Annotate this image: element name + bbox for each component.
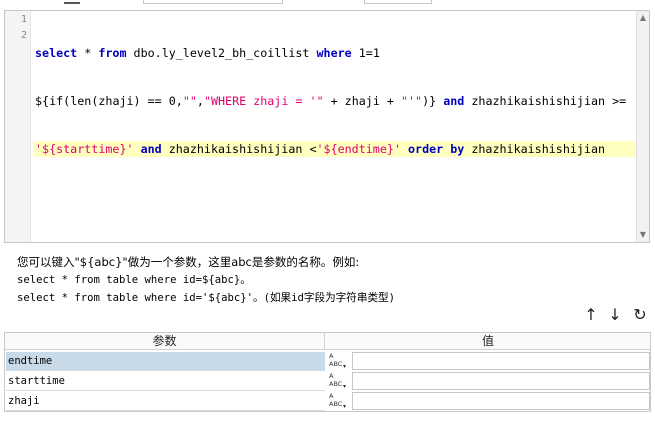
parameter-name-cell[interactable]: zhaji <box>6 392 325 411</box>
toolbar-field-fragment[interactable] <box>143 0 283 4</box>
table-row[interactable]: endtime A ABC ▾ <box>5 351 650 371</box>
table-header: 参数 值 <box>5 333 650 350</box>
code-line: ${if(len(zhaji) == 0,"","WHERE zhaji = '… <box>35 94 627 108</box>
refresh-icon[interactable]: ↻ <box>630 305 650 325</box>
help-example-line: select * from table where id='${abc}'。(如… <box>17 292 396 304</box>
move-down-arrow-icon[interactable]: ↓ <box>605 305 625 325</box>
column-header-value[interactable]: 值 <box>326 333 650 350</box>
toolbar-fragment <box>64 0 80 4</box>
editor-scrollbar[interactable]: ▲ ▼ <box>636 11 649 242</box>
parameter-table: 参数 值 endtime A ABC ▾ starttime A ABC ▾ zhaji… <box>4 332 651 412</box>
code-area[interactable]: select * from dbo.ly_level2_bh_coillist … <box>33 13 635 189</box>
help-example-line: select * from table where id=${abc}。 <box>17 274 251 286</box>
line-number: 2 <box>20 30 27 41</box>
line-number: 1 <box>20 14 27 25</box>
code-line: select * from dbo.ly_level2_bh_coillist … <box>35 46 380 60</box>
parameter-help-text: 您可以键入"${abc}"做为一个参数，这里abc是参数的名称。例如: sele… <box>17 253 395 307</box>
column-header-parameter[interactable]: 参数 <box>5 333 325 350</box>
text-type-dropdown-icon[interactable]: A ABC ▾ <box>328 372 350 391</box>
toolbar-field-fragment[interactable] <box>364 0 432 4</box>
help-line: 您可以键入"${abc}"做为一个参数，这里abc是参数的名称。例如: <box>17 255 360 269</box>
scroll-down-arrow-icon[interactable]: ▼ <box>637 229 649 241</box>
parameter-value-input[interactable] <box>352 352 650 370</box>
sql-editor[interactable]: 1 2 select * from dbo.ly_level2_bh_coill… <box>4 10 650 243</box>
top-toolbar-strip <box>0 0 655 6</box>
move-up-arrow-icon[interactable]: ↑ <box>581 305 601 325</box>
parameter-name-cell[interactable]: endtime <box>6 352 325 371</box>
parameter-value-input[interactable] <box>352 392 650 410</box>
line-number-gutter: 1 2 <box>5 11 31 242</box>
parameter-value-input[interactable] <box>352 372 650 390</box>
code-line-highlighted: '${starttime}' and zhazhikaishishijian <… <box>33 141 635 157</box>
text-type-dropdown-icon[interactable]: A ABC ▾ <box>328 352 350 371</box>
text-type-dropdown-icon[interactable]: A ABC ▾ <box>328 392 350 411</box>
scroll-up-arrow-icon[interactable]: ▲ <box>637 12 649 24</box>
table-row[interactable]: zhaji A ABC ▾ <box>5 391 650 411</box>
table-row[interactable]: starttime A ABC ▾ <box>5 371 650 391</box>
parameter-name-cell[interactable]: starttime <box>6 372 325 391</box>
